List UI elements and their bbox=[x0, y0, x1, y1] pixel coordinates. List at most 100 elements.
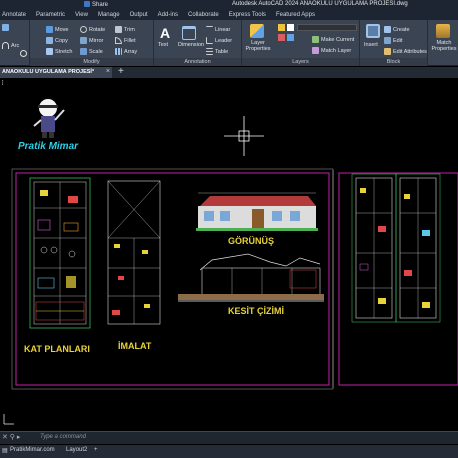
section-drawing bbox=[178, 253, 324, 302]
tab-manage[interactable]: Manage bbox=[93, 10, 125, 20]
tab-parametric[interactable]: Parametric bbox=[31, 10, 70, 20]
ucs-icon bbox=[3, 414, 14, 425]
rotate-button[interactable]: Rotate bbox=[80, 26, 105, 33]
block-panel: Insert Create Edit Edit Attributes Block bbox=[360, 20, 428, 66]
create-icon bbox=[384, 26, 391, 33]
edit-block-button[interactable]: Edit bbox=[384, 37, 402, 44]
create-label: Create bbox=[393, 26, 410, 33]
leader-icon bbox=[206, 37, 213, 44]
right-plan-2 bbox=[395, 173, 441, 323]
match-layer-button[interactable]: Match Layer bbox=[312, 47, 351, 54]
line-button[interactable] bbox=[2, 24, 9, 31]
label-imalat: İMALAT bbox=[118, 341, 152, 351]
ribbon-tabs: Annotate Parametric View Manage Output A… bbox=[0, 10, 458, 20]
ribbon: Arc Move Rotate Trim Copy Mirror Fillet … bbox=[0, 20, 458, 66]
layer-properties-icon bbox=[250, 24, 264, 38]
layer-properties-button[interactable]: Layer Properties bbox=[244, 40, 272, 52]
close-icon[interactable]: × bbox=[106, 68, 110, 75]
stretch-button[interactable]: Stretch bbox=[46, 48, 72, 55]
fillet-label: Fillet bbox=[124, 37, 136, 44]
text-button[interactable]: Text bbox=[158, 42, 168, 48]
make-current-button[interactable]: Make Current bbox=[312, 36, 354, 43]
tab-view[interactable]: View bbox=[70, 10, 93, 20]
elevation-drawing bbox=[196, 192, 318, 231]
match-properties-icon bbox=[436, 24, 450, 38]
share-icon bbox=[84, 1, 90, 7]
pratik-mimar-logo: Pratik Mimar bbox=[18, 99, 79, 152]
command-close-icon[interactable]: ✕ ⚲ ▸ bbox=[2, 433, 20, 441]
circle-button[interactable] bbox=[20, 50, 27, 57]
linear-button[interactable]: Linear bbox=[206, 26, 230, 33]
add-layout-button[interactable]: + bbox=[94, 447, 98, 453]
mirror-button[interactable]: Mirror bbox=[80, 37, 103, 44]
layer-freeze-icon[interactable] bbox=[278, 34, 285, 41]
title-bar: Share Autodesk AutoCAD 2024 ANAOKULU UYG… bbox=[0, 0, 458, 10]
share-button[interactable]: Share bbox=[84, 1, 108, 8]
tab-layout1[interactable]: PratikMimar.com bbox=[10, 447, 55, 453]
create-block-button[interactable]: Create bbox=[384, 26, 410, 33]
dimension-button[interactable]: Dimension bbox=[178, 42, 204, 48]
dimension-icon bbox=[182, 26, 196, 40]
crosshair-cursor bbox=[224, 116, 264, 156]
scale-button[interactable]: Scale bbox=[80, 48, 103, 55]
linear-icon bbox=[206, 26, 213, 33]
command-line: ✕ ⚲ ▸ Type a command bbox=[0, 431, 458, 444]
trim-icon bbox=[115, 26, 122, 33]
insert-button[interactable]: Insert bbox=[364, 42, 378, 48]
tab-express-tools[interactable]: Express Tools bbox=[224, 10, 271, 20]
annotation-panel-title: Annotation bbox=[154, 58, 241, 66]
text-label: Text bbox=[158, 42, 169, 48]
new-tab-button[interactable]: + bbox=[118, 66, 124, 77]
tab-output[interactable]: Output bbox=[125, 10, 153, 20]
circle-icon bbox=[20, 50, 27, 57]
move-label: Move bbox=[55, 26, 69, 33]
line-icon bbox=[2, 24, 9, 31]
command-input[interactable]: Type a command bbox=[40, 434, 86, 440]
drawing-canvas[interactable]: Pratik Mimar KAT PLANLARI İMALAT GÖRÜNÜŞ… bbox=[0, 78, 458, 430]
logo-text: Pratik Mimar bbox=[18, 141, 79, 152]
fillet-button[interactable]: Fillet bbox=[115, 37, 136, 44]
leader-button[interactable]: Leader bbox=[206, 37, 232, 44]
right-plan-1 bbox=[351, 173, 397, 323]
edit-attributes-icon bbox=[384, 48, 391, 55]
rotate-icon bbox=[80, 26, 87, 33]
model-tab-icon[interactable]: ▤ bbox=[2, 447, 8, 454]
tab-annotate[interactable]: Annotate bbox=[0, 10, 31, 20]
array-icon bbox=[115, 48, 122, 55]
imalat-drawing bbox=[107, 180, 161, 325]
scale-label: Scale bbox=[89, 48, 103, 55]
tab-add-ins[interactable]: Add-ins bbox=[153, 10, 183, 20]
file-tab[interactable]: ANAOKULU UYGULAMA PROJESİ* × bbox=[0, 67, 112, 78]
arc-button[interactable]: Arc bbox=[2, 42, 19, 49]
make-current-icon bbox=[312, 36, 319, 43]
dimension-label: Dimension bbox=[178, 42, 204, 48]
layers-panel-title: Layers bbox=[242, 58, 359, 66]
modify-panel: Move Rotate Trim Copy Mirror Fillet Stre… bbox=[30, 20, 154, 66]
edit-attributes-button[interactable]: Edit Attributes bbox=[384, 48, 427, 55]
match-properties-button[interactable]: Match Properties bbox=[430, 40, 458, 52]
move-button[interactable]: Move bbox=[46, 26, 68, 33]
floor-plan-drawing bbox=[29, 177, 91, 329]
modify-panel-title: Modify bbox=[30, 58, 153, 66]
arc-icon bbox=[2, 42, 9, 49]
layer-dropdown[interactable] bbox=[297, 24, 357, 31]
tab-featured-apps[interactable]: Featured Apps bbox=[271, 10, 320, 20]
copy-label: Copy bbox=[55, 37, 68, 44]
window-title: Autodesk AutoCAD 2024 ANAOKULU UYGULAMA … bbox=[232, 1, 408, 7]
edit-attributes-label: Edit Attributes bbox=[393, 48, 427, 55]
layer-lock-icon[interactable] bbox=[287, 34, 294, 41]
tab-collaborate[interactable]: Collaborate bbox=[183, 10, 224, 20]
mirror-label: Mirror bbox=[89, 37, 104, 44]
table-button[interactable]: Table bbox=[206, 48, 228, 55]
trim-button[interactable]: Trim bbox=[115, 26, 135, 33]
draw-panel: Arc bbox=[0, 20, 30, 66]
file-tab-label: ANAOKULU UYGULAMA PROJESİ* bbox=[2, 69, 95, 75]
tab-layout2[interactable]: Layout2 bbox=[66, 447, 87, 453]
copy-button[interactable]: Copy bbox=[46, 37, 68, 44]
file-tab-bar: ANAOKULU UYGULAMA PROJESİ* × + bbox=[0, 66, 458, 78]
layer-color-icon bbox=[287, 24, 294, 31]
text-icon: A bbox=[160, 25, 171, 41]
label-gorunus: GÖRÜNÜŞ bbox=[228, 236, 274, 246]
viewport-label[interactable]: ] bbox=[2, 80, 3, 86]
array-button[interactable]: Array bbox=[115, 48, 137, 55]
